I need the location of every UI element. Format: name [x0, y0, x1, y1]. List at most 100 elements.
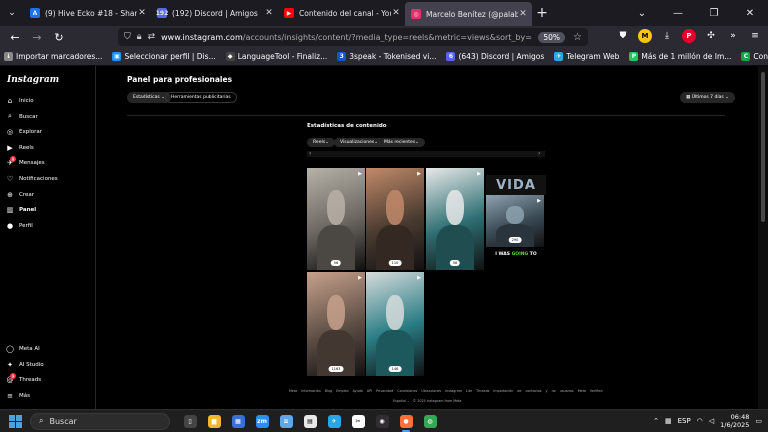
new-tab-button[interactable]: + — [532, 0, 552, 26]
address-bar[interactable]: ⛉ 🔒︎ ⇄ www.instagram.com/accounts/insigh… — [118, 28, 588, 46]
tab-close-icon[interactable]: ✕ — [137, 8, 147, 18]
page-scrollbar-thumb[interactable] — [761, 72, 765, 222]
capcut-taskbar-icon[interactable]: ✂ — [348, 411, 368, 431]
hamburger-menu-icon[interactable]: ≡ — [748, 29, 762, 43]
extensions-icon[interactable]: ✣ — [704, 29, 718, 43]
bookmark-item[interactable]: CConversor online - co... — [741, 52, 768, 61]
tab-list-icon[interactable]: ⌄ — [0, 0, 24, 26]
downloads-icon[interactable]: ⤓ — [660, 29, 674, 43]
sidebar-item-reels[interactable]: ▶ Reels — [6, 142, 33, 154]
zoom-level-badge[interactable]: 50% — [538, 31, 566, 43]
wifi-icon[interactable]: ◠ — [697, 417, 703, 425]
permissions-icon[interactable]: ⇄ — [148, 32, 156, 42]
sidebar-item-explorar[interactable]: ◎ Explorar — [6, 126, 42, 138]
bookmark-favicon-icon: ↓ — [4, 52, 13, 61]
sidebar-item-mas[interactable]: ≡ Más — [6, 390, 30, 402]
instagram-logo[interactable]: Instagram — [7, 75, 59, 85]
start-button[interactable] — [6, 412, 24, 430]
browser-tab[interactable]: 192 (192) Discord | Amigos ✕ — [151, 0, 278, 26]
system-tray: ⌃ ▦ ESP ◠ ◁ 06:48 1/6/2025 ▭ — [653, 413, 768, 429]
sidebar-item-threads[interactable]: @9 Threads — [6, 373, 41, 386]
date-range-select[interactable]: ▦ Últimos 7 días ⌄ — [680, 92, 735, 103]
firefox-taskbar-icon[interactable]: ● — [396, 411, 416, 432]
close-window-icon[interactable]: ✕ — [732, 8, 768, 19]
tab-close-icon[interactable]: ✕ — [264, 8, 274, 18]
sidebar-item-notificaciones[interactable]: ♡ Notificaciones — [6, 173, 58, 185]
footer-links[interactable]: Meta Información Blog Empleo Ayuda API P… — [289, 389, 602, 393]
filter-dropdown[interactable]: Más recientes ⌄ — [378, 138, 425, 147]
sidebar-item-inicio[interactable]: ⌂ Inicio — [6, 95, 34, 107]
notepad-taskbar-icon[interactable]: ≡ — [276, 411, 296, 431]
page-scrollbar[interactable] — [758, 66, 768, 409]
reel-thumbnail[interactable]: ▶ 146 — [366, 272, 424, 376]
sidebar-item-perfil[interactable]: ● Perfil — [6, 220, 33, 232]
scroll-right-icon[interactable]: › — [538, 150, 540, 157]
bookmark-item[interactable]: P Más de 1 millón de Im... — [629, 52, 731, 61]
store-taskbar-icon[interactable]: ▦ — [228, 411, 248, 431]
reel-thumbnail[interactable]: ▶ 290 — [486, 195, 544, 247]
bookmark-item[interactable]: 3 3speak - Tokenised vi... — [337, 52, 436, 61]
zoom-taskbar-icon[interactable]: zm — [252, 411, 272, 431]
browser-tab[interactable]: ◎ Marcelo Benítez (@palabr4ss) •✕ — [405, 2, 532, 26]
url-text[interactable]: www.instagram.com/accounts/insights/cont… — [161, 33, 532, 42]
forward-icon[interactable]: → — [26, 31, 48, 44]
sidebar-item-buscar[interactable]: ⌕ Buscar — [6, 111, 38, 123]
tray-overflow-icon[interactable]: ⌃ — [653, 417, 659, 425]
sidebar-item-meta-ai[interactable]: ◯ Meta AI — [6, 343, 40, 355]
browser-tab[interactable]: ▶ Contenido del canal - YouTube✕ — [278, 0, 405, 26]
bookmark-item[interactable]: ↓ Importar marcadores... — [4, 52, 102, 61]
carousel-scrollbar[interactable] — [307, 151, 545, 157]
sidebar-item-crear[interactable]: ⊕ Crear — [6, 189, 34, 201]
bookmark-item[interactable]: ▣ Seleccionar perfil | Dis... — [112, 52, 216, 61]
volume-icon[interactable]: ◁ — [709, 417, 714, 425]
docs-taskbar-icon[interactable]: ▤ — [300, 411, 320, 431]
scroll-left-icon[interactable]: ‹ — [309, 150, 311, 157]
tab-overflow-icon[interactable]: ⌄ — [624, 8, 660, 19]
tab-ad-tools[interactable]: Herramientas publicitarias — [165, 92, 237, 103]
bookmark-star-icon[interactable]: ☆ — [573, 32, 582, 43]
filter-dropdown[interactable]: Reels ⌄ — [307, 138, 335, 147]
reel-thumbnail[interactable]: ▶ 110 — [366, 168, 424, 270]
clock[interactable]: 06:48 1/6/2025 — [720, 413, 749, 429]
task-view-taskbar-icon[interactable]: ▯ — [180, 411, 200, 431]
footer-language[interactable]: Español — [393, 399, 406, 403]
tab-close-icon[interactable]: ✕ — [391, 8, 401, 18]
filter-dropdown[interactable]: Visualizaciones ⌄ — [334, 138, 385, 147]
maximize-icon[interactable]: ❐ — [696, 8, 732, 19]
bookmark-item[interactable]: ◆ LanguageTool - Finaliz... — [225, 52, 327, 61]
browser-tab-strip: ⌄ A(9) Hive Ecko #18 - Share your ...✕19… — [0, 0, 768, 26]
chrome-taskbar-icon[interactable]: ◍ — [420, 411, 440, 431]
bookmark-favicon-icon: C — [741, 52, 751, 61]
minimize-icon[interactable]: — — [660, 8, 696, 19]
extension-red-icon[interactable]: P — [682, 29, 696, 43]
telegram-taskbar-icon[interactable]: ✈ — [324, 411, 344, 431]
browser-tab[interactable]: A (9) Hive Ecko #18 - Share your ...✕ — [24, 0, 151, 26]
bookmark-item[interactable]: 6 (643) Discord | Amigos — [446, 52, 544, 61]
overflow-menu-icon[interactable]: » — [726, 29, 740, 43]
pocket-icon[interactable]: ⛊ — [616, 29, 630, 43]
network-icon[interactable]: ▦ — [665, 417, 672, 425]
sidebar-item-ai-studio[interactable]: ✦ AI Studio — [6, 359, 44, 371]
language-indicator[interactable]: ESP — [678, 417, 691, 425]
back-icon[interactable]: ← — [4, 31, 26, 44]
file-explorer-taskbar-icon[interactable]: ▆ — [204, 411, 224, 431]
sidebar-item-panel[interactable]: ▥ Panel — [6, 204, 36, 216]
reel-thumbnail[interactable]: ▶ 56 — [307, 168, 365, 270]
reload-icon[interactable]: ↻ — [48, 31, 70, 44]
notifications-icon[interactable]: ▭ — [755, 417, 762, 425]
shield-icon[interactable]: ⛉ — [124, 32, 131, 42]
lock-icon[interactable]: 🔒︎ — [137, 32, 142, 42]
reel-thumbnail[interactable]: ▶ 58 — [426, 168, 484, 270]
nav-icon: ♡ — [6, 175, 14, 183]
sidebar-item-mensajes[interactable]: ✈ 9 Mensajes — [6, 156, 45, 169]
extension-avatar-icon[interactable]: M — [638, 29, 652, 43]
bookmark-item[interactable]: ✈ Telegram Web — [554, 52, 619, 61]
taskbar-search[interactable]: ⌕ Buscar — [30, 412, 170, 430]
nav-icon: ⌂ — [7, 97, 13, 105]
obs-taskbar-icon[interactable]: ◉ — [372, 411, 392, 431]
reel-thumbnail[interactable]: ▶ 1163 — [307, 272, 365, 376]
tab-close-icon[interactable]: ✕ — [518, 9, 528, 19]
filter-label: Más recientes — [384, 140, 416, 145]
bookmark-label: Conversor online - co... — [753, 52, 768, 61]
views-badge: 290 — [508, 237, 522, 243]
